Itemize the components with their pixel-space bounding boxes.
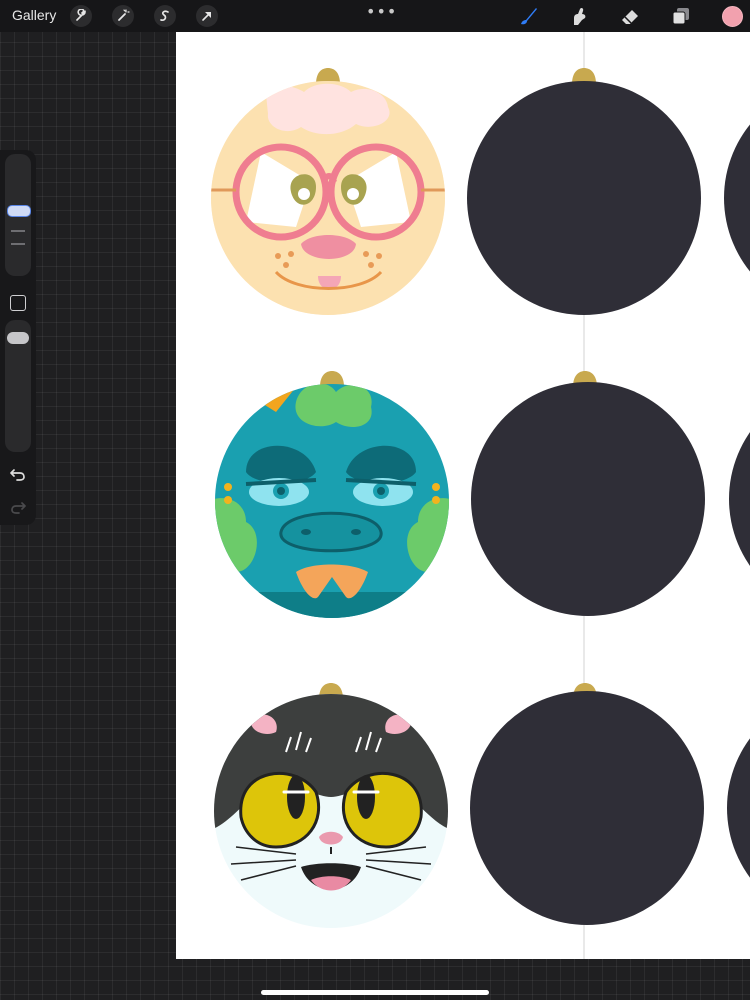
redo-icon[interactable] xyxy=(9,499,27,517)
layers-icon[interactable] xyxy=(670,5,692,27)
blank-ornament-partial-3[interactable] xyxy=(727,691,750,925)
blank-ornament-2[interactable] xyxy=(471,371,705,616)
color-swatch[interactable] xyxy=(722,6,743,27)
blank-ornament-partial-2[interactable] xyxy=(729,382,750,616)
smudge-icon[interactable] xyxy=(568,5,590,27)
brush-size-thumb[interactable] xyxy=(7,205,31,217)
drawing-canvas[interactable] xyxy=(176,32,750,959)
wrench-icon[interactable] xyxy=(70,5,92,27)
modify-button[interactable] xyxy=(10,295,26,311)
selection-icon[interactable] xyxy=(154,5,176,27)
cat-ornament[interactable] xyxy=(206,683,456,928)
blank-ornament-partial-1[interactable] xyxy=(724,81,750,315)
more-options-button[interactable]: ••• xyxy=(366,2,397,21)
home-indicator[interactable] xyxy=(261,990,489,995)
transform-arrow-icon[interactable] xyxy=(196,5,218,27)
gallery-button[interactable]: Gallery xyxy=(12,7,56,23)
left-sidebar xyxy=(0,150,36,525)
opacity-thumb[interactable] xyxy=(7,332,29,344)
size-tick xyxy=(11,243,25,245)
eraser-icon[interactable] xyxy=(619,5,641,27)
top-toolbar: Gallery ••• xyxy=(0,0,750,32)
brush-icon[interactable] xyxy=(517,5,539,27)
magic-wand-icon[interactable] xyxy=(112,5,134,27)
dragon-ornament[interactable] xyxy=(206,371,458,632)
undo-icon[interactable] xyxy=(9,466,27,484)
blank-ornament-3[interactable] xyxy=(470,683,704,925)
blank-ornament-1[interactable] xyxy=(467,68,701,315)
size-tick xyxy=(11,230,25,232)
dog-ornament[interactable] xyxy=(206,68,456,332)
